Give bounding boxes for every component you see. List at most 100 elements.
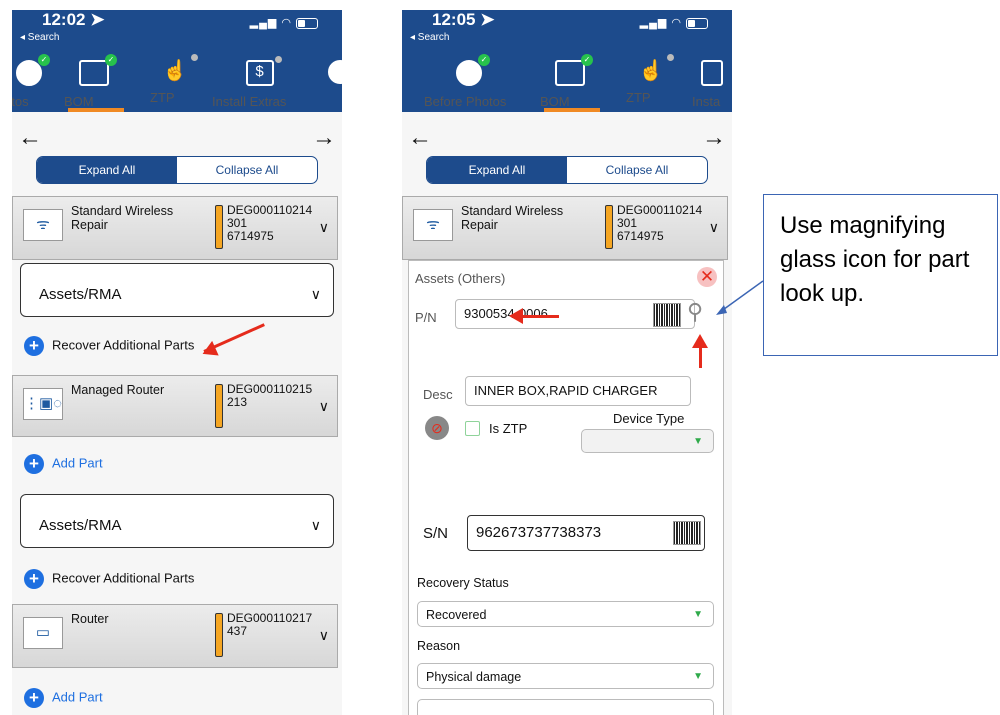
no-touch-icon: ⊘ — [425, 416, 449, 440]
assets-rma-dropdown[interactable]: Assets/RMA ∨ — [20, 263, 334, 317]
previous-arrow-icon[interactable]: ← — [408, 124, 432, 152]
bom-item-card[interactable]: ⋮▣◌ Managed Router DEG000110215 213 ∨ — [12, 375, 338, 437]
add-part-button[interactable]: + Add Part — [24, 688, 103, 708]
status-flag — [605, 205, 613, 249]
header-bar: 12:02 ➤ ◂ Search ▂▄▆ ◠ ✓ otos ✓ BOM ☝ ZT… — [12, 10, 342, 112]
header-bar: 12:05 ➤ ◂ Search ▂▄▆ ◠ ✓ Before Photos ✓… — [402, 10, 732, 112]
router-icon: ▭ — [23, 617, 63, 649]
recover-additional-parts-button[interactable]: + Recover Additional Parts — [24, 336, 194, 356]
active-tab-indicator — [544, 108, 600, 112]
tab-ztp[interactable]: ☝ ZTP — [150, 54, 200, 112]
sn-label: S/N — [423, 525, 449, 542]
item-ids: DEG000110215 213 — [227, 382, 313, 409]
is-ztp-checkbox[interactable] — [465, 421, 480, 436]
panel-title: Assets (Others) — [415, 271, 506, 286]
wireless-icon: ᯤ — [413, 209, 453, 241]
next-select[interactable] — [417, 699, 714, 715]
left-phone-screen: 12:02 ➤ ◂ Search ▂▄▆ ◠ ✓ otos ✓ BOM ☝ ZT… — [12, 10, 342, 715]
device-type-label: Device Type — [613, 411, 685, 426]
desc-input[interactable]: INNER BOX,RAPID CHARGER — [465, 376, 691, 406]
next-arrow-icon[interactable]: → — [312, 124, 336, 152]
recover-additional-parts-button[interactable]: + Recover Additional Parts — [24, 569, 194, 589]
tab-ztp[interactable]: ☝ ZTP — [626, 54, 676, 112]
chevron-down-icon[interactable]: ∨ — [319, 398, 329, 415]
camera-icon: ✓ — [16, 54, 50, 86]
chevron-down-icon: ∨ — [310, 286, 321, 302]
annotation-arrow — [699, 346, 702, 368]
dollar-sign-icon: $ — [245, 56, 282, 86]
reason-label: Reason — [417, 639, 461, 653]
chevron-down-icon: ∨ — [310, 517, 321, 533]
recovery-status-select[interactable]: Recovered ▼ — [417, 601, 714, 627]
chevron-down-icon[interactable]: ∨ — [319, 219, 329, 236]
active-tab-indicator — [68, 108, 124, 112]
tab-before-photos[interactable]: ✓ otos — [12, 54, 54, 112]
bom-item-card[interactable]: ᯤ Standard Wireless Repair DEG000110214 … — [402, 196, 728, 260]
annotation-arrow — [521, 315, 559, 318]
next-arrow-icon[interactable]: → — [702, 124, 726, 152]
battery-icon — [296, 17, 318, 29]
status-time: 12:05 ➤ — [432, 10, 495, 29]
expand-collapse-toggle: Expand All Collapse All — [36, 156, 318, 184]
status-time: 12:02 ➤ — [42, 10, 105, 29]
more-tab-icon — [328, 60, 342, 84]
device-type-select[interactable]: ▼ — [581, 429, 714, 453]
collapse-all-button[interactable]: Collapse All — [567, 157, 707, 183]
pn-label: P/N — [415, 310, 437, 325]
barcode-scan-icon[interactable] — [673, 521, 701, 545]
reason-select[interactable]: Physical damage ▼ — [417, 663, 714, 689]
tab-more[interactable] — [328, 54, 342, 112]
expand-collapse-toggle: Expand All Collapse All — [426, 156, 708, 184]
desc-label: Desc — [423, 387, 453, 402]
chevron-down-icon[interactable]: ∨ — [319, 627, 329, 644]
battery-icon — [686, 17, 708, 29]
tab-bom[interactable]: ✓ BOM — [64, 54, 124, 112]
tab-install-extras[interactable]: $ Install Extras — [212, 54, 307, 112]
tab-install-extras[interactable]: Insta — [692, 54, 732, 112]
sn-input[interactable]: 962673737738373 — [467, 515, 705, 551]
asset-detail-panel: Assets (Others) ✕ P/N 9300534-0006 ⚲ Des… — [408, 260, 724, 715]
managed-router-icon: ⋮▣◌ — [23, 388, 63, 420]
camera-icon: ✓ — [456, 54, 490, 86]
chevron-down-icon[interactable]: ∨ — [709, 219, 719, 236]
status-flag — [215, 384, 223, 428]
dollar-sign-icon — [701, 60, 723, 86]
item-ids: DEG000110217 437 — [227, 611, 313, 638]
barcode-scan-icon[interactable] — [653, 303, 681, 327]
assets-rma-dropdown[interactable]: Assets/RMA ∨ — [20, 494, 334, 548]
wireless-icon: ᯤ — [23, 209, 63, 241]
status-flag — [215, 613, 223, 657]
is-ztp-label: Is ZTP — [489, 421, 528, 436]
hand-pointer-icon: ☝ — [638, 54, 674, 82]
annotation-arrowhead — [509, 308, 523, 324]
magnifying-glass-icon[interactable]: ⚲ — [687, 299, 703, 325]
previous-arrow-icon[interactable]: ← — [18, 124, 42, 152]
item-ids: DEG000110214 301 6714975 — [617, 203, 703, 243]
expand-all-button[interactable]: Expand All — [427, 157, 567, 183]
annotation-arrowhead — [692, 334, 708, 348]
back-to-search-link[interactable]: ◂ Search — [20, 32, 59, 43]
plus-icon: + — [24, 688, 44, 708]
right-phone-screen: 12:05 ➤ ◂ Search ▂▄▆ ◠ ✓ Before Photos ✓… — [402, 10, 732, 715]
callout-text: Use magnifying glass icon for part look … — [780, 212, 970, 307]
callout-box: Use magnifying glass icon for part look … — [763, 194, 998, 356]
signal-wifi-battery-icons: ▂▄▆ ◠ — [640, 16, 708, 29]
item-ids: DEG000110214 301 6714975 — [227, 203, 313, 243]
add-part-button[interactable]: + Add Part — [24, 454, 103, 474]
recovery-status-label: Recovery Status — [417, 576, 509, 590]
barcode-scanner-icon: ✓ — [79, 54, 117, 86]
tab-before-photos[interactable]: ✓ Before Photos — [424, 54, 514, 112]
status-flag — [215, 205, 223, 249]
hand-pointer-icon: ☝ — [162, 54, 198, 82]
plus-icon: + — [24, 569, 44, 589]
barcode-scanner-icon: ✓ — [555, 54, 593, 86]
collapse-all-button[interactable]: Collapse All — [177, 157, 317, 183]
expand-all-button[interactable]: Expand All — [37, 157, 177, 183]
tab-bom[interactable]: ✓ BOM — [540, 54, 600, 112]
plus-icon: + — [24, 336, 44, 356]
signal-wifi-battery-icons: ▂▄▆ ◠ — [250, 16, 318, 29]
bom-item-card[interactable]: ᯤ Standard Wireless Repair DEG000110214 … — [12, 196, 338, 260]
back-to-search-link[interactable]: ◂ Search — [410, 32, 449, 43]
bom-item-card[interactable]: ▭ Router DEG000110217 437 ∨ — [12, 604, 338, 668]
close-icon[interactable]: ✕ — [697, 267, 717, 287]
